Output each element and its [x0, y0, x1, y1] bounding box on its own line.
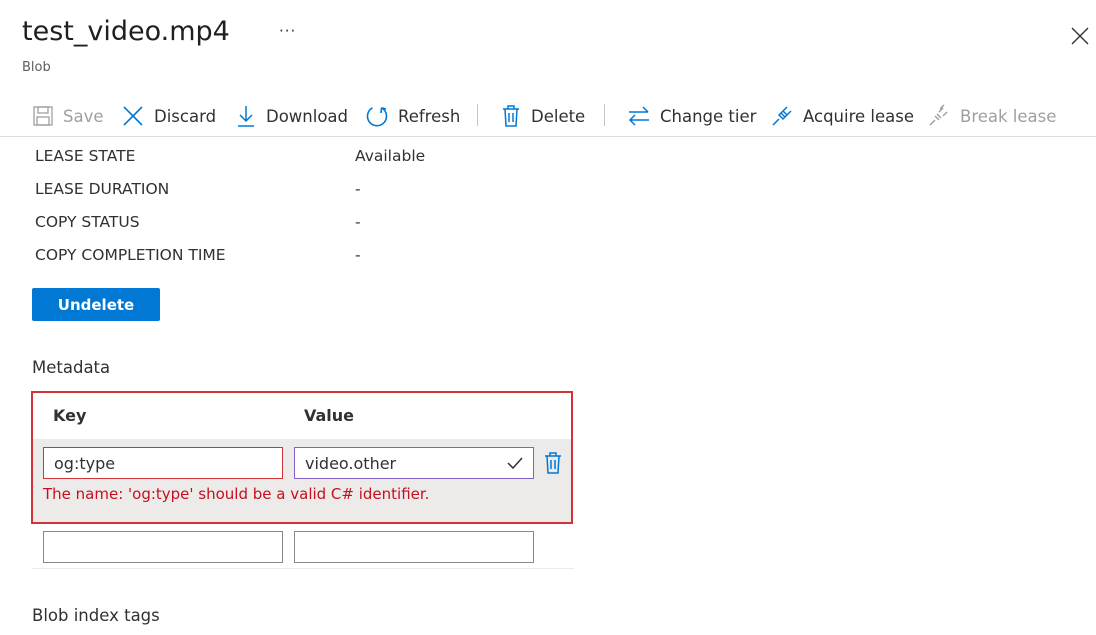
checkmark-icon: [507, 457, 523, 470]
save-label: Save: [63, 106, 104, 126]
toolbar-divider: [604, 104, 605, 126]
row-divider: [32, 568, 574, 569]
close-icon[interactable]: [1070, 26, 1090, 46]
metadata-row: video.other The name: 'og:type' should b…: [33, 439, 571, 522]
discard-label: Discard: [154, 106, 217, 126]
page-title: test_video.mp4: [22, 16, 230, 47]
toolbar-divider: [477, 104, 478, 126]
new-metadata-value-input[interactable]: [294, 531, 534, 563]
break-lease-label: Break lease: [960, 106, 1057, 126]
metadata-section-title: Metadata: [32, 358, 111, 377]
unplug-icon: [929, 104, 948, 126]
property-label: LEASE DURATION: [35, 180, 170, 198]
property-value: -: [355, 246, 361, 264]
refresh-icon: [366, 107, 388, 127]
property-label: LEASE STATE: [35, 147, 136, 165]
metadata-value-input[interactable]: video.other: [294, 447, 534, 479]
download-label: Download: [266, 106, 349, 126]
property-value: Available: [355, 147, 426, 165]
undelete-button[interactable]: Undelete: [32, 288, 160, 321]
property-value: -: [355, 180, 361, 198]
page-subtitle: Blob: [22, 60, 51, 75]
delete-button[interactable]: Delete: [500, 96, 585, 136]
key-column-header: Key: [53, 406, 87, 425]
acquire-lease-button[interactable]: Acquire lease: [770, 96, 914, 136]
property-label: COPY COMPLETION TIME: [35, 246, 226, 264]
delete-row-icon[interactable]: [543, 451, 563, 479]
property-value: -: [355, 213, 361, 231]
delete-label: Delete: [531, 106, 586, 126]
refresh-button[interactable]: Refresh: [365, 96, 460, 136]
save-button[interactable]: Save: [32, 96, 104, 136]
metadata-header-row: Key Value: [33, 393, 571, 439]
swap-arrows-icon: [628, 106, 649, 126]
change-tier-button[interactable]: Change tier: [627, 96, 756, 136]
metadata-value-text: video.other: [305, 453, 397, 473]
trash-icon: [503, 105, 519, 127]
download-button[interactable]: Download: [235, 96, 348, 136]
property-label: COPY STATUS: [35, 213, 140, 231]
break-lease-button[interactable]: Break lease: [927, 96, 1056, 136]
metadata-grid-highlight: Key Value video.other The name: 'og:type…: [31, 391, 573, 524]
blob-index-tags-title: Blob index tags: [32, 606, 160, 625]
value-column-header: Value: [304, 406, 355, 425]
change-tier-label: Change tier: [660, 106, 757, 126]
discard-icon: [123, 106, 143, 126]
plug-icon: [772, 106, 792, 126]
save-icon: [33, 106, 53, 126]
more-options-button[interactable]: ···: [279, 22, 296, 40]
discard-button[interactable]: Discard: [121, 96, 216, 136]
download-icon: [238, 106, 254, 127]
acquire-lease-label: Acquire lease: [803, 106, 914, 126]
refresh-label: Refresh: [398, 106, 461, 126]
new-metadata-key-input[interactable]: [43, 531, 283, 563]
metadata-error-message: The name: 'og:type' should be a valid C#…: [43, 485, 430, 503]
metadata-key-input[interactable]: [43, 447, 283, 479]
command-bar: Save Discard Download Refresh Delete Cha…: [0, 96, 1096, 137]
